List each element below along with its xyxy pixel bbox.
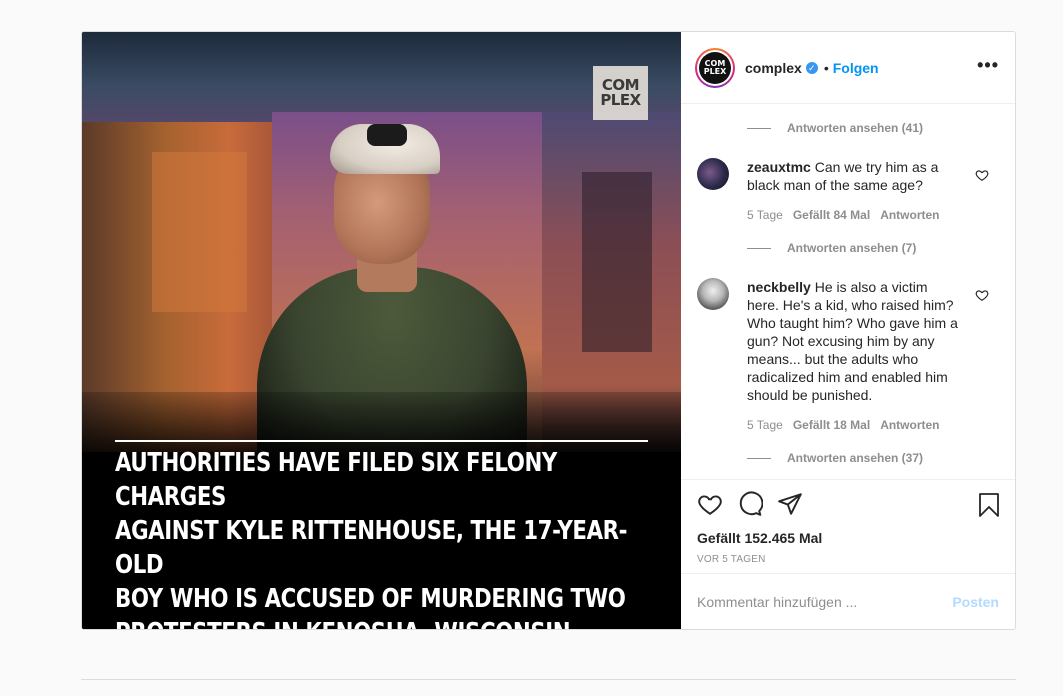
caption-line: AUTHORITIES HAVE FILED SIX FELONY CHARGE… <box>115 448 557 512</box>
caption-line: BOY WHO IS ACCUSED OF MURDERING TWO <box>115 584 626 614</box>
avatar-logo: COM PLEX <box>699 51 731 84</box>
video-caption: AUTHORITIES HAVE FILED SIX FELONY CHARGE… <box>115 446 648 629</box>
username-link[interactable]: complex <box>745 60 802 76</box>
comment-body: neckbelly He is also a victim here. He's… <box>747 278 959 434</box>
comment-content: neckbelly He is also a victim here. He's… <box>747 278 959 404</box>
view-replies-button[interactable]: Antworten ansehen (37) <box>747 448 999 468</box>
comment-meta: 5 Tage Gefällt 18 Mal Antworten <box>747 416 959 434</box>
comment-content: zeauxtmc Can we try him as a black man o… <box>747 158 959 194</box>
commenter-avatar[interactable] <box>697 158 729 190</box>
comment-likes[interactable]: Gefällt 84 Mal <box>793 206 870 224</box>
comment-body: zeauxtmc Can we try him as a black man o… <box>747 158 959 224</box>
likes-count[interactable]: Gefällt 152.465 Mal <box>697 530 999 546</box>
headlamp <box>367 124 407 146</box>
scene-panel <box>152 152 247 312</box>
logo-line: PLEX <box>600 91 641 109</box>
caption-line: PROTESTERS IN KENOSHA, WISCONSIN. <box>115 616 648 629</box>
avatar[interactable]: COM PLEX <box>695 47 735 88</box>
replies-dash <box>747 127 771 129</box>
add-comment-bar: Posten <box>681 573 1015 629</box>
reply-button[interactable]: Antworten <box>880 206 939 224</box>
comment-item: neckbelly He is also a victim here. He's… <box>697 278 999 434</box>
verified-badge-icon: ✓ <box>805 61 818 74</box>
avatar-border: COM PLEX <box>697 49 733 86</box>
avatar-logo-line: PLEX <box>703 66 727 76</box>
comment-meta: 5 Tage Gefällt 84 Mal Antworten <box>747 206 959 224</box>
view-replies-button[interactable]: Antworten ansehen (7) <box>747 238 999 258</box>
scene-panel <box>582 172 652 352</box>
comment-username[interactable]: zeauxtmc <box>747 159 811 175</box>
page-divider <box>81 679 1016 680</box>
view-replies-button[interactable]: Antworten ansehen (41) <box>747 118 999 138</box>
view-replies-label: Antworten ansehen (37) <box>787 451 924 465</box>
comment-likes[interactable]: Gefällt 18 Mal <box>793 416 870 434</box>
comments-list[interactable]: Antworten ansehen (41) zeauxtmc Can we t… <box>681 104 1015 479</box>
commenter-avatar[interactable] <box>697 278 729 310</box>
separator-dot: • <box>823 59 829 76</box>
caption-line: AGAINST KYLE RITTENHOUSE, THE 17-YEAR-OL… <box>115 516 628 580</box>
view-replies-label: Antworten ansehen (7) <box>787 241 917 255</box>
replies-dash <box>747 247 771 249</box>
instagram-post: COM PLEX AUTHORITIES HAVE FILED SIX FELO… <box>81 31 1016 630</box>
like-heart-icon[interactable] <box>697 491 723 517</box>
caption-divider <box>115 440 648 442</box>
post-header: COM PLEX complex ✓ • Folgen ••• <box>681 32 1015 104</box>
view-replies-label: Antworten ansehen (41) <box>787 121 924 135</box>
post-timestamp[interactable]: VOR 5 TAGEN <box>697 554 999 565</box>
comment-input[interactable] <box>697 593 953 610</box>
post-side-panel: COM PLEX complex ✓ • Folgen ••• Antworte… <box>681 32 1015 629</box>
post-comment-button[interactable]: Posten <box>952 594 999 610</box>
post-media[interactable]: COM PLEX AUTHORITIES HAVE FILED SIX FELO… <box>82 32 681 629</box>
comment-item: zeauxtmc Can we try him as a black man o… <box>697 158 999 224</box>
comment-username[interactable]: neckbelly <box>747 279 811 295</box>
comment-text: He is also a victim here. He's a kid, wh… <box>747 279 958 403</box>
save-bookmark-icon[interactable] <box>977 492 1001 518</box>
like-comment-heart-icon[interactable] <box>975 288 989 302</box>
more-options-icon[interactable]: ••• <box>977 56 999 74</box>
replies-dash <box>747 457 771 459</box>
action-icons <box>697 490 999 518</box>
complex-watermark-logo: COM PLEX <box>593 66 648 120</box>
like-comment-heart-icon[interactable] <box>975 168 989 182</box>
reply-button[interactable]: Antworten <box>880 416 939 434</box>
comment-age[interactable]: 5 Tage <box>747 416 783 434</box>
follow-button[interactable]: Folgen <box>833 60 879 76</box>
scene-ceiling <box>82 32 681 122</box>
comment-age[interactable]: 5 Tage <box>747 206 783 224</box>
post-actions: Gefällt 152.465 Mal VOR 5 TAGEN <box>681 479 1015 573</box>
comment-bubble-icon[interactable] <box>737 491 763 517</box>
share-send-icon[interactable] <box>777 491 803 517</box>
